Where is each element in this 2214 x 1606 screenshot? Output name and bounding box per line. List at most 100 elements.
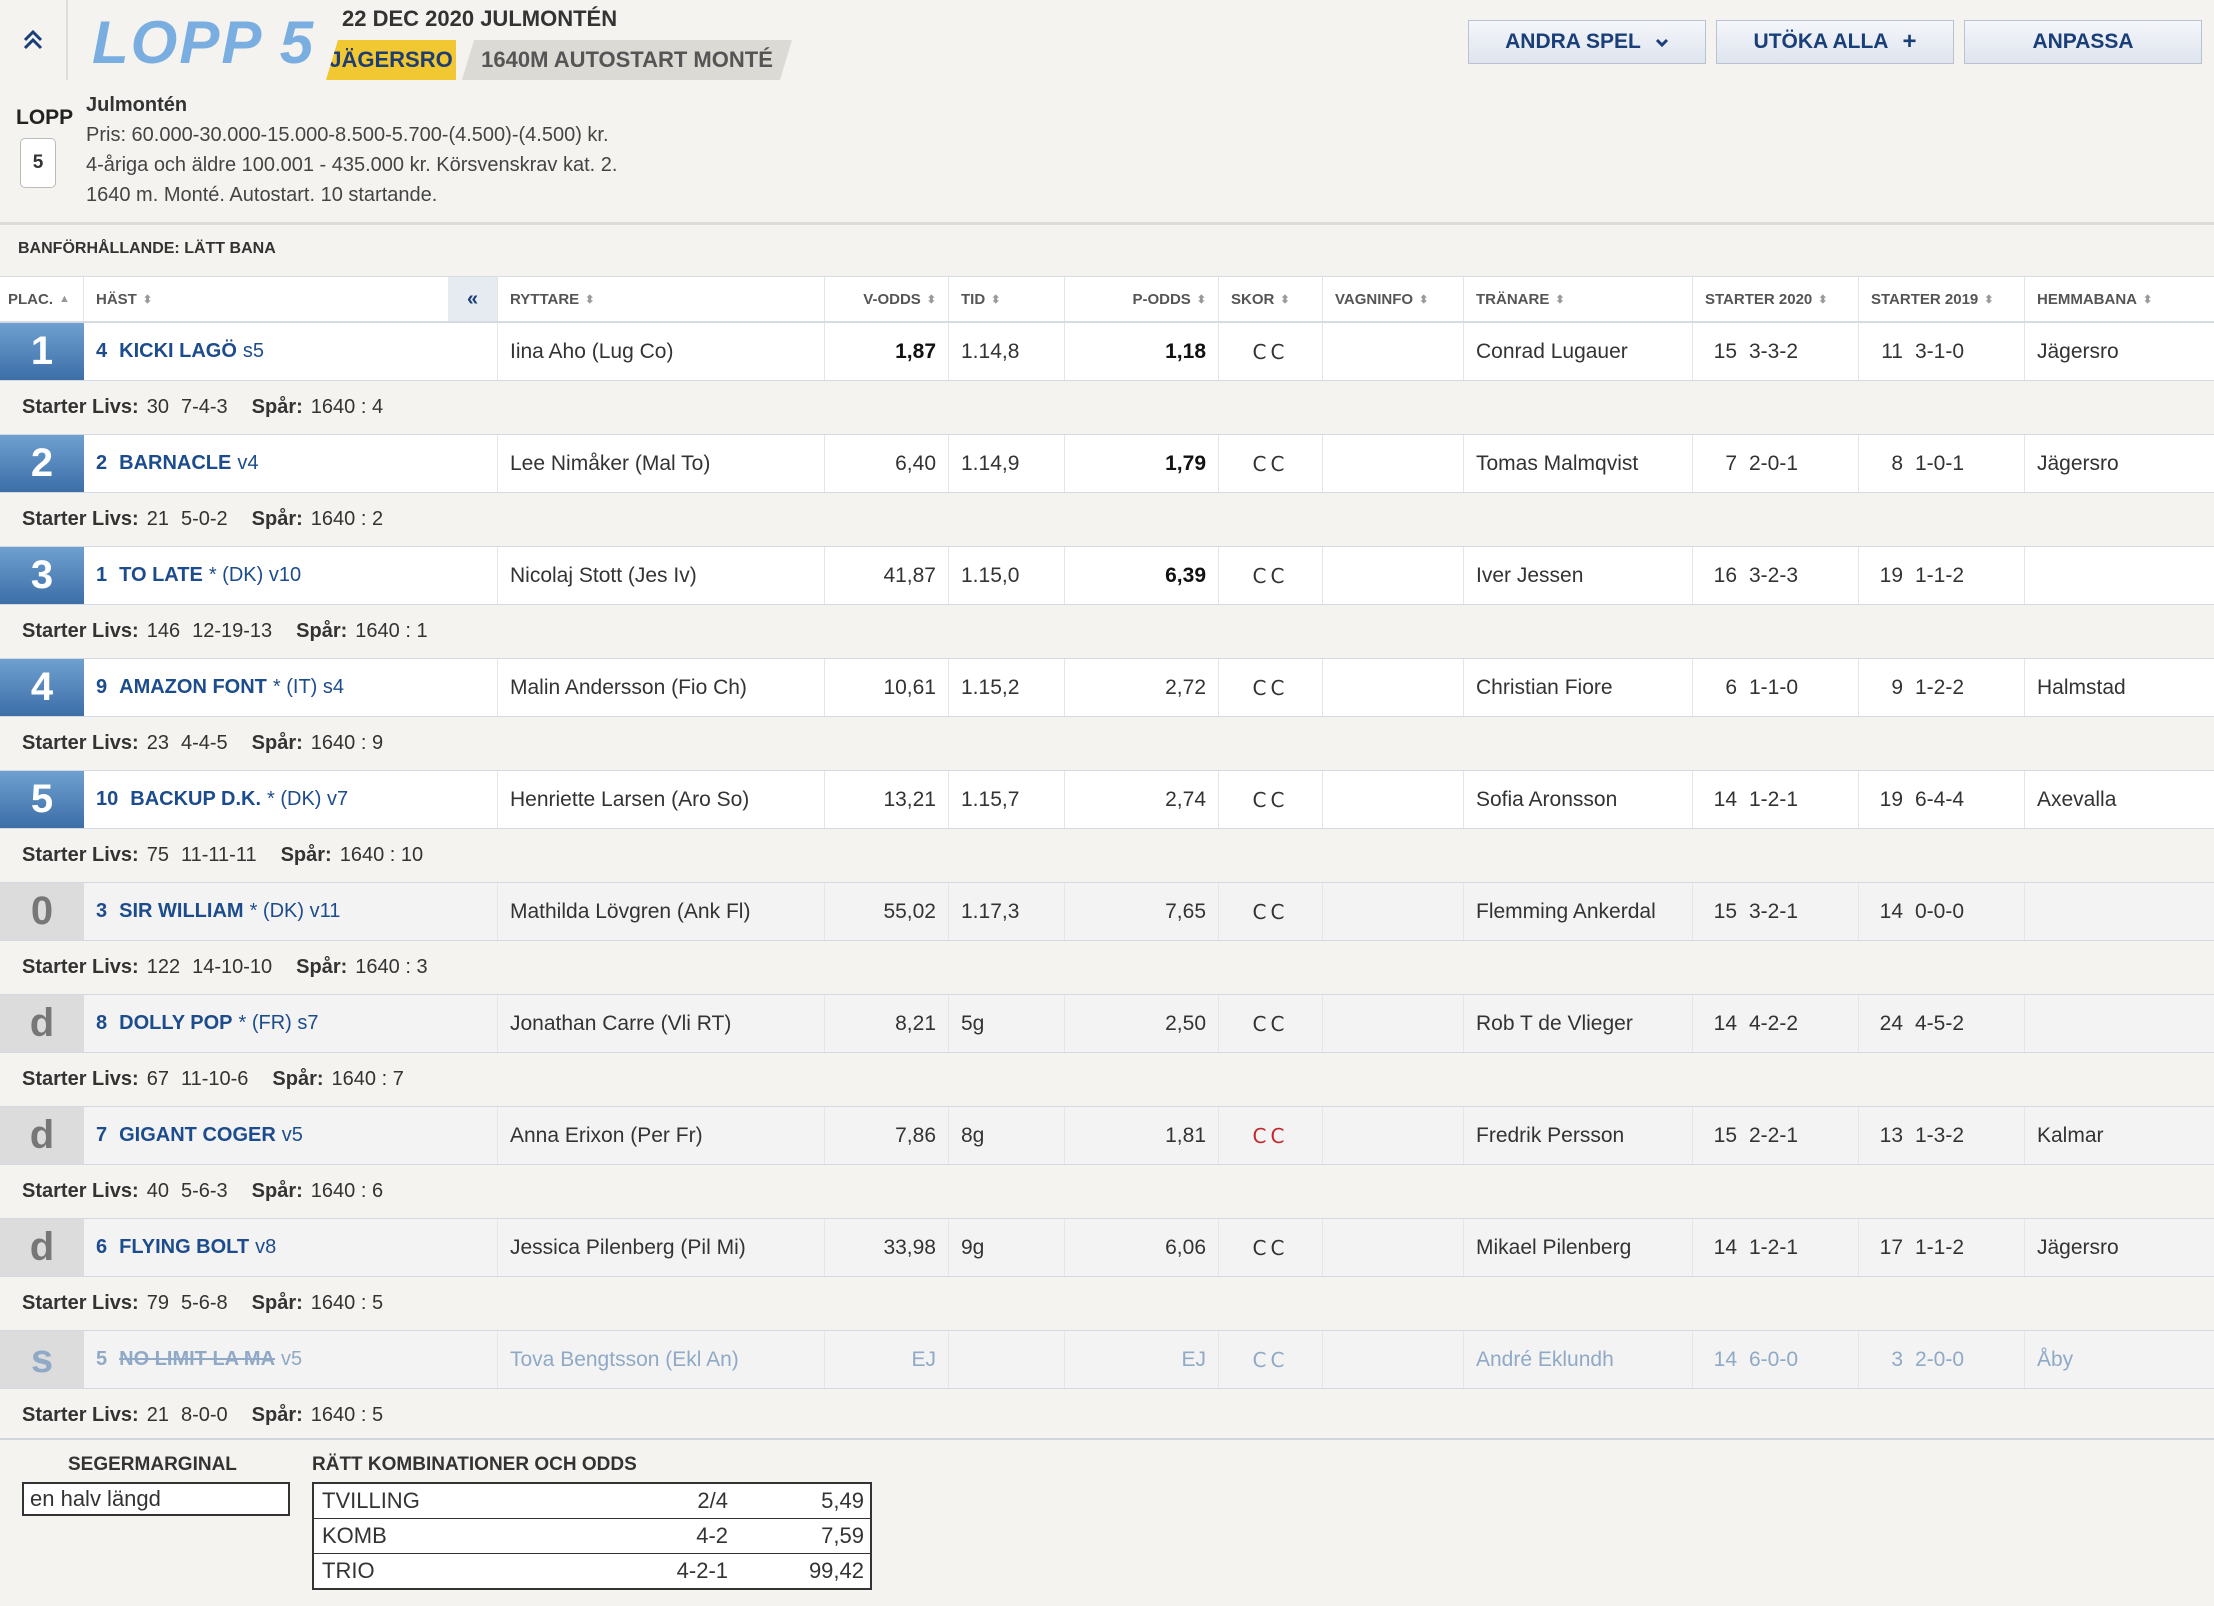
anpassa-button[interactable]: ANPASSA [1964,20,2202,64]
rider[interactable]: Tova Bengtsson (Ekl An) [498,1331,825,1388]
table-row[interactable]: d 6 FLYING BOLT v8 Jessica Pilenberg (Pi… [0,1218,2214,1277]
col-hemmabana[interactable]: HEMMABANA ⬍ [2025,277,2214,321]
col-v-odds[interactable]: V-ODDS ⬍ [825,277,949,321]
table-row[interactable]: d 8 DOLLY POP * (FR) s7 Jonathan Carre (… [0,994,2214,1053]
horse-cell[interactable]: 2 BARNACLE v4 [84,435,498,492]
utoka-alla-button[interactable]: UTÖKA ALLA + [1716,20,1954,64]
col-ryttare[interactable]: RYTTARE ⬍ [498,277,825,321]
trainer[interactable]: André Eklundh [1464,1331,1693,1388]
starter-livs-count: 40 [146,1179,169,1202]
col-tranare[interactable]: TRÄNARE ⬍ [1464,277,1693,321]
combo-odds: 5,49 [821,1488,864,1513]
collapse-columns-button[interactable]: « [448,277,498,321]
horse-cell[interactable]: 10 BACKUP D.K. * (DK) v7 [84,771,498,828]
horse-cell[interactable]: 1 TO LATE * (DK) v10 [84,547,498,604]
sort-icon: ⬍ [1196,293,1206,306]
horse-name[interactable]: SIR WILLIAM [119,900,243,923]
chevron-down-icon [1655,30,1669,54]
horse-name[interactable]: AMAZON FONT [119,676,267,699]
horse-cell[interactable]: 4 KICKI LAGÖ s5 [84,323,498,380]
start-number: 5 [96,1348,108,1370]
horse-extra: * (IT) s4 [272,676,345,698]
rider[interactable]: Malin Andersson (Fio Ch) [498,659,825,716]
trainer[interactable]: Iver Jessen [1464,547,1693,604]
table-row[interactable]: 1 4 KICKI LAGÖ s5 Iina Aho (Lug Co) 1,87… [0,322,2214,381]
rider[interactable]: Lee Nimåker (Mal To) [498,435,825,492]
vagninfo [1323,883,1464,940]
trainer[interactable]: Tomas Malmqvist [1464,435,1693,492]
horse-name[interactable]: TO LATE [119,564,203,587]
horse-cell[interactable]: 5 NO LIMIT LA MA v5 [84,1331,498,1388]
row-details: Starter Livs: 23 4-4-5 Spår: 1640 : 9 [0,717,2214,769]
spar-value: 1640 : 6 [310,1179,384,1202]
start-number: 2 [96,452,108,474]
rider[interactable]: Nicolaj Stott (Jes Iv) [498,547,825,604]
trainer[interactable]: Rob T de Vlieger [1464,995,1693,1052]
collapse-up-icon[interactable] [0,0,68,80]
horse-cell[interactable]: 7 GIGANT COGER v5 [84,1107,498,1164]
col-p-odds[interactable]: P-ODDS ⬍ [1065,277,1219,321]
trainer[interactable]: Christian Fiore [1464,659,1693,716]
race-info-line: 4-åriga och äldre 100.001 - 435.000 kr. … [86,154,618,176]
trainer[interactable]: Fredrik Persson [1464,1107,1693,1164]
horse-extra: v5 [281,1348,303,1370]
col-hast[interactable]: HÄST ⬍ [84,277,448,321]
starts-result: 1-1-2 [1915,1235,1965,1259]
table-row[interactable]: 4 9 AMAZON FONT * (IT) s4 Malin Andersso… [0,658,2214,717]
col-plac[interactable]: PLAC. ▲ [0,277,84,321]
col-skor[interactable]: SKOR ⬍ [1219,277,1323,321]
starter-livs-label: Starter Livs: [22,843,139,866]
rider[interactable]: Jessica Pilenberg (Pil Mi) [498,1219,825,1276]
vagninfo [1323,1219,1464,1276]
starts-count: 8 [1891,451,1903,475]
horse-name[interactable]: DOLLY POP [119,1012,232,1035]
horse-cell[interactable]: 3 SIR WILLIAM * (DK) v11 [84,883,498,940]
table-row[interactable]: 2 2 BARNACLE v4 Lee Nimåker (Mal To) 6,4… [0,434,2214,493]
horse-name[interactable]: KICKI LAGÖ [119,340,237,363]
rider[interactable]: Jonathan Carre (Vli RT) [498,995,825,1052]
horse-cell[interactable]: 8 DOLLY POP * (FR) s7 [84,995,498,1052]
horse-name[interactable]: GIGANT COGER [119,1124,276,1147]
table-row[interactable]: d 7 GIGANT COGER v5 Anna Erixon (Per Fr)… [0,1106,2214,1165]
segermarginal-title: SEGERMARGINAL [68,1454,237,1475]
horse-extra: v8 [255,1236,277,1258]
trainer[interactable]: Sofia Aronsson [1464,771,1693,828]
table-row[interactable]: 5 10 BACKUP D.K. * (DK) v7 Henriette Lar… [0,770,2214,829]
starter-2020: 14 1-2-1 [1693,771,1859,828]
rider[interactable]: Mathilda Lövgren (Ank Fl) [498,883,825,940]
rider[interactable]: Anna Erixon (Per Fr) [498,1107,825,1164]
trainer[interactable]: Mikael Pilenberg [1464,1219,1693,1276]
starts-count: 14 [1879,899,1903,923]
col-starter-2020[interactable]: STARTER 2020 ⬍ [1693,277,1859,321]
horse-name[interactable]: FLYING BOLT [119,1236,249,1259]
col-vagninfo[interactable]: VAGNINFO ⬍ [1323,277,1464,321]
horse-name[interactable]: BACKUP D.K. [130,788,261,811]
table-row[interactable]: 3 1 TO LATE * (DK) v10 Nicolaj Stott (Je… [0,546,2214,605]
rider[interactable]: Iina Aho (Lug Co) [498,323,825,380]
spar-value: 1640 : 4 [310,395,384,418]
table-row[interactable]: 0 3 SIR WILLIAM * (DK) v11 Mathilda Lövg… [0,882,2214,941]
col-tid[interactable]: TID ⬍ [949,277,1065,321]
lopp-label: LOPP [16,106,74,129]
trainer[interactable]: Flemming Ankerdal [1464,883,1693,940]
andra-spel-label: ANDRA SPEL [1505,30,1641,53]
trainer[interactable]: Conrad Lugauer [1464,323,1693,380]
p-odds: 2,74 [1065,771,1219,828]
col-starter-2019[interactable]: STARTER 2019 ⬍ [1859,277,2025,321]
horse-cell[interactable]: 6 FLYING BOLT v8 [84,1219,498,1276]
spar-value: 1640 : 5 [310,1403,384,1426]
starter-livs-count: 21 [146,1403,169,1426]
horse-name[interactable]: BARNACLE [119,452,231,475]
starts-result: 3-2-1 [1749,899,1799,923]
andra-spel-button[interactable]: ANDRA SPEL [1468,20,1706,64]
placement: d [0,995,84,1052]
p-odds: 2,72 [1065,659,1219,716]
table-row[interactable]: s 5 NO LIMIT LA MA v5 Tova Bengtsson (Ek… [0,1330,2214,1389]
v-odds: EJ [825,1331,949,1388]
spar-value: 1640 : 1 [355,619,428,642]
horse-cell[interactable]: 9 AMAZON FONT * (IT) s4 [84,659,498,716]
horse-name[interactable]: NO LIMIT LA MA [119,1348,275,1371]
combo-value: 4-2-1 [676,1558,728,1583]
rider[interactable]: Henriette Larsen (Aro So) [498,771,825,828]
starter-2020: 16 3-2-3 [1693,547,1859,604]
